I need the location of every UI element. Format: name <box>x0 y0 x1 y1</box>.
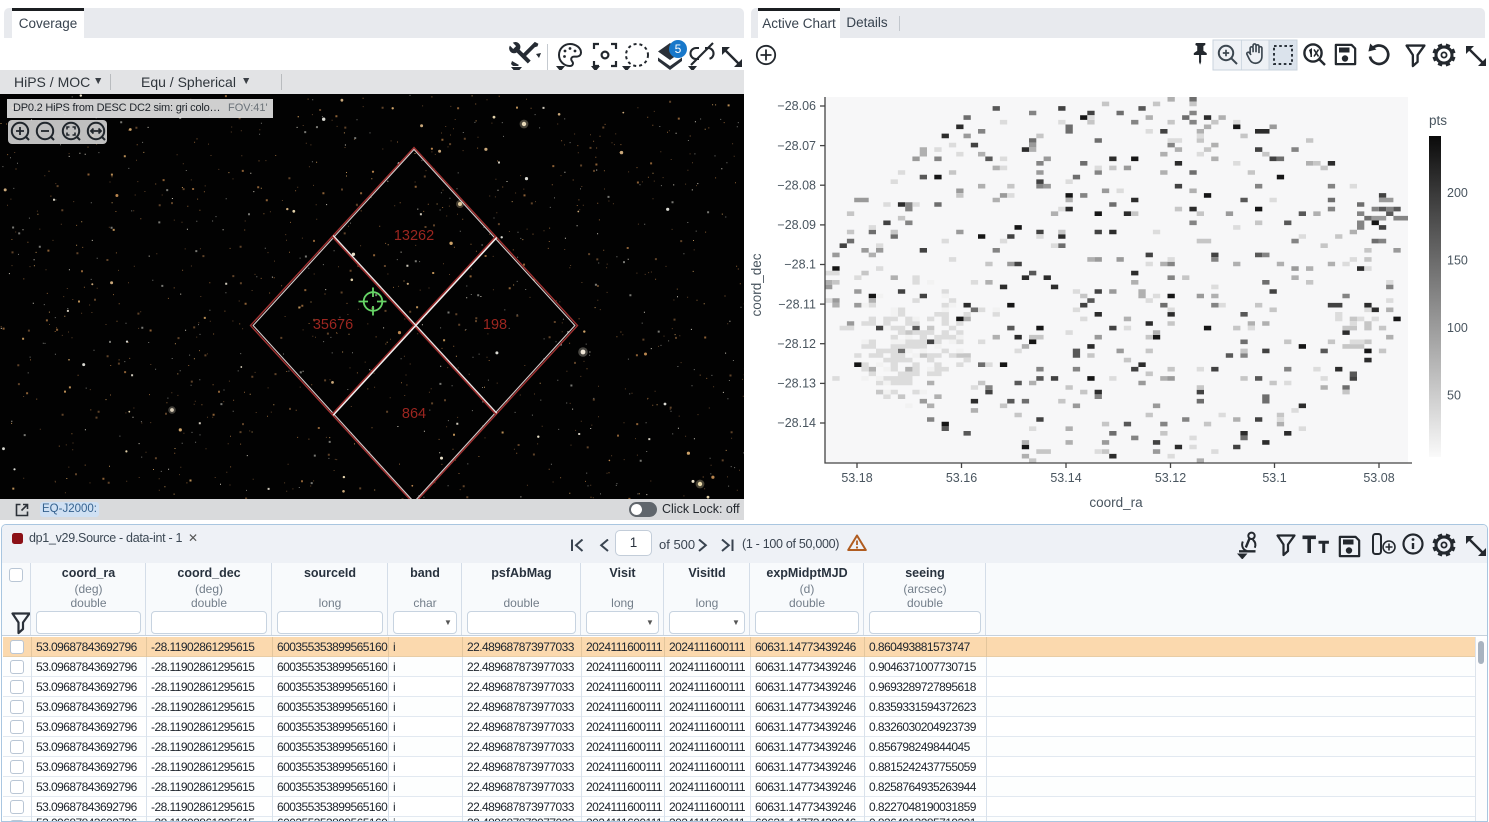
svg-text:coord_dec: coord_dec <box>749 253 764 316</box>
svg-text:−28.1: −28.1 <box>784 258 816 272</box>
svg-text:coord_ra: coord_ra <box>1089 495 1143 510</box>
svg-text:−28.06: −28.06 <box>777 99 816 113</box>
svg-text:53.1: 53.1 <box>1262 471 1286 485</box>
svg-text:−28.13: −28.13 <box>777 377 816 391</box>
svg-text:−28.11: −28.11 <box>778 297 816 311</box>
svg-text:pts: pts <box>1429 113 1447 128</box>
svg-text:100: 100 <box>1447 321 1468 335</box>
svg-text:−28.12: −28.12 <box>777 337 816 351</box>
svg-text:53.14: 53.14 <box>1050 471 1081 485</box>
svg-text:−28.07: −28.07 <box>777 139 816 153</box>
svg-text:50: 50 <box>1447 389 1461 403</box>
svg-text:53.08: 53.08 <box>1363 471 1394 485</box>
svg-text:864: 864 <box>402 406 426 422</box>
svg-text:53.16: 53.16 <box>946 471 977 485</box>
svg-text:13262: 13262 <box>394 228 434 244</box>
svg-text:53.18: 53.18 <box>841 471 872 485</box>
svg-text:−28.14: −28.14 <box>777 416 816 430</box>
svg-text:35676: 35676 <box>313 317 353 333</box>
svg-text:−28.09: −28.09 <box>777 218 816 232</box>
svg-text:53.12: 53.12 <box>1155 471 1186 485</box>
svg-text:198: 198 <box>483 317 507 333</box>
svg-text:200: 200 <box>1447 186 1468 200</box>
svg-text:150: 150 <box>1447 254 1468 268</box>
svg-text:5: 5 <box>675 42 682 56</box>
svg-text:−28.08: −28.08 <box>777 178 816 192</box>
